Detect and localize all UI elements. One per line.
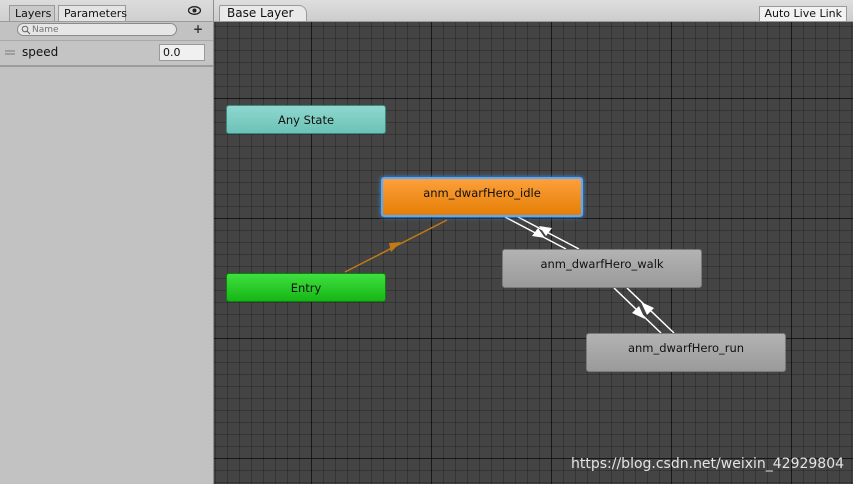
parameter-row[interactable]: speed — [0, 40, 213, 67]
search-row: + — [0, 21, 213, 39]
tab-layers[interactable]: Layers — [9, 5, 55, 21]
search-input[interactable] — [32, 24, 172, 35]
state-idle[interactable]: anm_dwarfHero_idle — [381, 177, 583, 217]
eye-icon[interactable] — [188, 5, 201, 16]
animator-graph[interactable] — [214, 0, 853, 484]
state-any-state[interactable]: Any State — [226, 105, 386, 134]
state-entry[interactable]: Entry — [226, 273, 386, 302]
add-parameter-icon[interactable]: + — [193, 23, 203, 35]
search-icon — [21, 25, 31, 35]
watermark: https://blog.csdn.net/weixin_42929804 — [571, 456, 845, 472]
drag-handle-icon[interactable] — [5, 50, 15, 55]
breadcrumb-base-layer[interactable]: Base Layer — [219, 5, 307, 21]
state-walk[interactable]: anm_dwarfHero_walk — [502, 249, 702, 288]
panel-tabbar: Layers Parameters — [0, 0, 213, 22]
auto-live-link-button[interactable]: Auto Live Link — [759, 6, 847, 21]
search-box[interactable] — [17, 23, 177, 36]
parameter-name[interactable]: speed — [22, 45, 58, 59]
parameter-value-field[interactable] — [159, 44, 205, 61]
state-run[interactable]: anm_dwarfHero_run — [586, 333, 786, 372]
tab-parameters[interactable]: Parameters — [58, 5, 127, 21]
parameters-panel: Layers Parameters + speed — [0, 0, 214, 484]
graph-toolbar: Base Layer Auto Live Link — [214, 0, 853, 22]
